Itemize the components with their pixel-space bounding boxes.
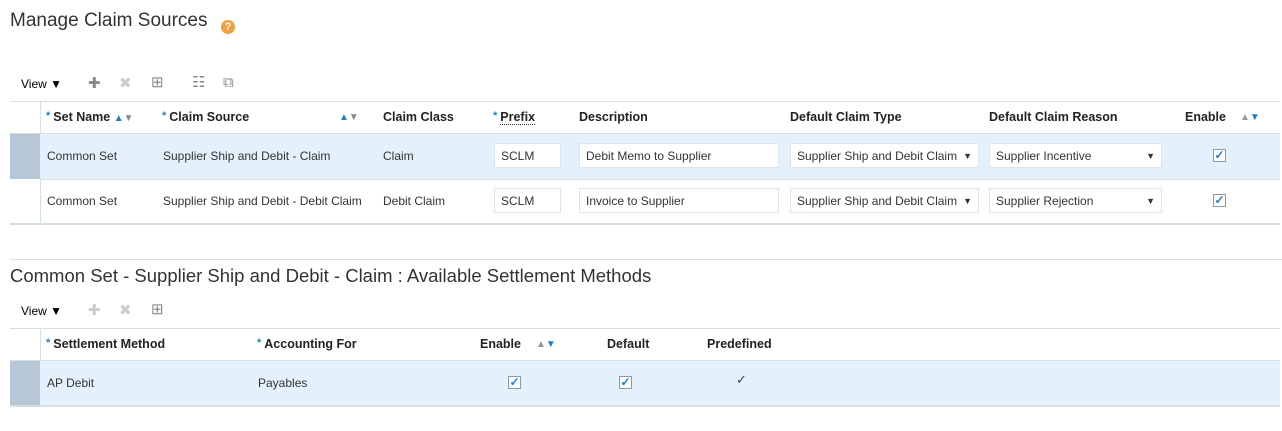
col-predefined[interactable]: Predefined xyxy=(707,337,772,351)
enable-checkbox[interactable]: ✓ xyxy=(1213,194,1226,207)
col-accounting-for[interactable]: * Accounting For xyxy=(257,337,357,351)
col-prefix[interactable]: * Prefix xyxy=(493,110,536,125)
enable-checkbox[interactable]: ✓ xyxy=(508,376,521,389)
prefix-input[interactable]: SCLM xyxy=(494,188,561,213)
divider xyxy=(40,179,1280,180)
predefined-check-icon: ✓ xyxy=(736,372,747,387)
divider xyxy=(10,223,1280,225)
default-checkbox[interactable]: ✓ xyxy=(619,376,632,389)
claim-reason-select[interactable]: Supplier Rejection ▼ xyxy=(989,188,1162,213)
col-claim-source[interactable]: * Claim Source xyxy=(162,110,249,124)
cell-claim-class: Debit Claim xyxy=(383,194,446,208)
col-default-claim-type[interactable]: Default Claim Type xyxy=(790,110,902,124)
query-by-example-icon[interactable]: ☷ xyxy=(192,75,205,91)
col-enable[interactable]: Enable xyxy=(480,337,521,351)
page-title: Manage Claim Sources xyxy=(10,10,208,31)
divider xyxy=(10,405,1280,407)
cell-claim-source: Supplier Ship and Debit - Claim xyxy=(163,149,331,163)
freeze-icon[interactable]: ⊞ xyxy=(151,75,164,91)
chevron-down-icon: ▼ xyxy=(1146,196,1155,206)
add-icon[interactable]: ✚ xyxy=(88,303,101,319)
col-enable[interactable]: Enable xyxy=(1185,110,1226,124)
sort-icons[interactable]: ▲▼ xyxy=(339,112,359,123)
view-menu[interactable]: View ▼ xyxy=(21,304,62,318)
enable-checkbox[interactable]: ✓ xyxy=(1213,149,1226,162)
help-icon[interactable]: ? xyxy=(221,20,235,34)
sort-icons[interactable]: ▲▼ xyxy=(536,339,556,350)
cell-claim-class: Claim xyxy=(383,149,414,163)
divider xyxy=(10,259,1282,260)
claim-reason-select[interactable]: Supplier Incentive ▼ xyxy=(989,143,1162,168)
col-settlement-method[interactable]: * Settlement Method xyxy=(46,337,165,351)
cell-set-name: Common Set xyxy=(47,149,118,163)
cell-claim-source: Supplier Ship and Debit - Debit Claim xyxy=(163,194,362,208)
chevron-down-icon: ▼ xyxy=(963,196,972,206)
add-icon[interactable]: ✚ xyxy=(88,76,101,92)
description-input[interactable]: Debit Memo to Supplier xyxy=(579,143,779,168)
col-set-name[interactable]: * Set Name ▲▼ xyxy=(46,110,134,124)
view-menu[interactable]: View ▼ xyxy=(21,77,62,91)
cell-settlement-method: AP Debit xyxy=(47,376,95,390)
section-title: Common Set - Supplier Ship and Debit - C… xyxy=(10,265,652,286)
sort-icons[interactable]: ▲▼ xyxy=(1240,112,1260,123)
col-default[interactable]: Default xyxy=(607,337,649,351)
table-row[interactable] xyxy=(40,361,1280,405)
row-selector[interactable] xyxy=(10,361,40,405)
col-description[interactable]: Description xyxy=(579,110,648,124)
cell-accounting-for: Payables xyxy=(258,376,308,390)
col-default-claim-reason[interactable]: Default Claim Reason xyxy=(989,110,1118,124)
description-input[interactable]: Invoice to Supplier xyxy=(579,188,779,213)
delete-icon[interactable]: ✖ xyxy=(119,303,132,319)
cell-set-name: Common Set xyxy=(47,194,118,208)
divider xyxy=(10,101,1280,102)
freeze-icon[interactable]: ⊞ xyxy=(151,302,164,318)
chevron-down-icon: ▼ xyxy=(963,151,972,161)
claim-type-select[interactable]: Supplier Ship and Debit Claim ▼ xyxy=(790,188,979,213)
divider xyxy=(10,328,1280,329)
delete-icon[interactable]: ✖ xyxy=(119,76,132,92)
claim-type-select[interactable]: Supplier Ship and Debit Claim ▼ xyxy=(790,143,979,168)
prefix-input[interactable]: SCLM xyxy=(494,143,561,168)
row-selector[interactable] xyxy=(10,134,40,179)
col-claim-class[interactable]: Claim Class xyxy=(383,110,454,124)
chevron-down-icon: ▼ xyxy=(1146,151,1155,161)
detach-icon[interactable]: ⧉ xyxy=(223,75,234,91)
